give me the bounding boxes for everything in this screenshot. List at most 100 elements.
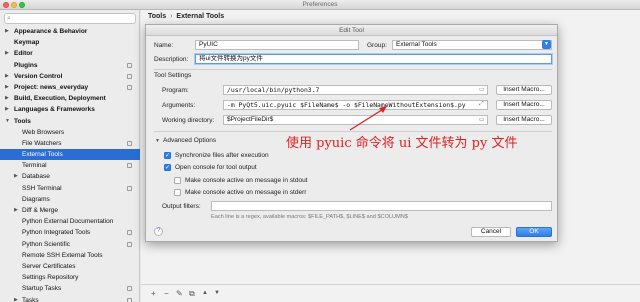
sidebar-item[interactable]: Keymap xyxy=(0,37,140,48)
description-label: Description: xyxy=(154,56,189,63)
sidebar-item[interactable]: Python Scientific xyxy=(0,239,140,250)
output-filters-label: Output filters: xyxy=(162,203,201,210)
move-down-icon[interactable]: ▼ xyxy=(214,290,220,296)
settings-sidebar: ⌕ ▶ Appearance & Behavior Keymap ▶ Editor Plu… xyxy=(0,10,140,302)
sidebar-item-label: Settings Repository xyxy=(22,274,79,282)
remove-icon[interactable]: − xyxy=(164,289,169,298)
arguments-input[interactable]: -m PyQt5.uic.pyuic $FileName$ -o $FileNa… xyxy=(223,100,488,110)
sidebar-item[interactable]: Remote SSH External Tools xyxy=(0,250,140,261)
chevron-down-icon[interactable]: ▼ xyxy=(5,116,10,127)
working-directory-label: Working directory: xyxy=(162,117,215,124)
output-filters-hint: Each line is a regex, available macros: … xyxy=(211,214,408,220)
chevron-right-icon[interactable]: ▶ xyxy=(5,26,9,37)
group-select[interactable]: External Tools xyxy=(392,40,552,50)
sidebar-item[interactable]: ▶ Build, Execution, Deployment xyxy=(0,93,140,104)
sidebar-item-label: Languages & Frameworks xyxy=(14,106,95,114)
expand-icon[interactable]: ⤢ xyxy=(479,101,484,108)
move-up-icon[interactable]: ▲ xyxy=(202,290,208,296)
open-console-checkbox[interactable]: ✓ xyxy=(164,164,171,171)
sidebar-item[interactable]: ▶ Editor xyxy=(0,48,140,59)
sidebar-item-label: Terminal xyxy=(22,162,47,170)
add-icon[interactable]: + xyxy=(151,289,156,298)
help-button[interactable]: ? xyxy=(154,227,163,236)
sidebar-item-label: File Watchers xyxy=(22,139,62,147)
program-input[interactable]: /usr/local/bin/python3.7 xyxy=(223,85,488,95)
sidebar-item[interactable]: Terminal xyxy=(0,160,140,171)
breadcrumb-separator: › xyxy=(170,13,173,20)
project-scope-icon xyxy=(127,84,132,90)
chevron-right-icon[interactable]: ▶ xyxy=(5,93,9,104)
sidebar-item[interactable]: ▶ Project: news_everyday xyxy=(0,82,140,93)
sidebar-item[interactable]: ▶ Version Control xyxy=(0,71,140,82)
sync-files-checkbox[interactable]: ✓ xyxy=(164,152,171,159)
breadcrumb-root[interactable]: Tools xyxy=(148,13,166,20)
sidebar-item-label: Tasks xyxy=(22,296,39,302)
sidebar-item[interactable]: Python Integrated Tools xyxy=(0,227,140,238)
copy-icon[interactable]: ⧉ xyxy=(189,289,195,299)
insert-macro-program-button[interactable]: Insert Macro... xyxy=(496,85,552,95)
ok-button[interactable]: OK xyxy=(516,227,552,237)
sidebar-item-label: Appearance & Behavior xyxy=(14,28,88,35)
insert-macro-working-dir-button[interactable]: Insert Macro... xyxy=(496,115,552,125)
project-scope-icon xyxy=(127,163,132,169)
name-input[interactable]: PyUIC xyxy=(195,40,359,50)
stderr-label: Make console active on message in stderr xyxy=(185,189,307,196)
stderr-checkbox[interactable] xyxy=(174,189,181,196)
sidebar-item[interactable]: Startup Tasks xyxy=(0,283,140,294)
sidebar-item[interactable]: ▶ Languages & Frameworks xyxy=(0,104,140,115)
sidebar-item-label: Version Control xyxy=(14,72,63,80)
sidebar-item-label: Diff & Merge xyxy=(22,207,59,214)
window-titlebar: Preferences xyxy=(0,0,640,10)
project-scope-icon xyxy=(127,230,132,236)
sidebar-item[interactable]: ▶ Diff & Merge xyxy=(0,205,140,216)
advanced-options-toggle[interactable]: Advanced Options xyxy=(163,137,216,144)
chevron-down-icon[interactable]: ▼ xyxy=(542,40,551,49)
sidebar-item[interactable]: ▼ Tools xyxy=(0,116,140,127)
sidebar-item-label: Startup Tasks xyxy=(22,285,62,293)
project-scope-icon xyxy=(127,241,132,247)
chevron-down-icon[interactable]: ▼ xyxy=(155,138,160,144)
chevron-right-icon[interactable]: ▶ xyxy=(5,48,9,59)
project-scope-icon xyxy=(127,140,132,146)
arguments-label: Arguments: xyxy=(162,102,196,109)
output-filters-input[interactable] xyxy=(211,201,552,211)
chevron-right-icon[interactable]: ▶ xyxy=(14,205,18,216)
sidebar-item[interactable]: External Tools xyxy=(0,149,140,161)
stdout-checkbox[interactable] xyxy=(174,177,181,184)
folder-icon[interactable]: ▭ xyxy=(479,116,485,123)
description-input[interactable]: 将ui文件转换为py文件 xyxy=(195,54,552,64)
sidebar-item[interactable]: ▶ Database xyxy=(0,171,140,182)
sidebar-item[interactable]: Python External Documentation xyxy=(0,216,140,227)
chevron-right-icon[interactable]: ▶ xyxy=(5,104,9,115)
sidebar-item[interactable]: Server Certificates xyxy=(0,261,140,272)
sidebar-item[interactable]: Plugins xyxy=(0,60,140,71)
settings-search-input[interactable]: ⌕ xyxy=(4,13,136,24)
group-label: Group: xyxy=(367,42,387,49)
chevron-right-icon[interactable]: ▶ xyxy=(14,171,18,182)
project-scope-icon xyxy=(127,185,132,191)
sidebar-item[interactable]: File Watchers xyxy=(0,138,140,149)
sidebar-item[interactable]: Web Browsers xyxy=(0,127,140,138)
window-title: Preferences xyxy=(302,1,338,8)
annotation-text: 使用 pyuic 命令将 ui 文件转为 py 文件 xyxy=(286,136,518,151)
chevron-right-icon[interactable]: ▶ xyxy=(14,295,18,302)
sidebar-item-label: Database xyxy=(22,173,50,181)
edit-icon[interactable]: ✎ xyxy=(176,289,183,298)
sidebar-item[interactable]: SSH Terminal xyxy=(0,183,140,194)
insert-macro-arguments-button[interactable]: Insert Macro... xyxy=(496,100,552,110)
group-select-value: External Tools xyxy=(396,41,437,48)
tool-settings-header: Tool Settings xyxy=(154,72,192,79)
chevron-right-icon[interactable]: ▶ xyxy=(5,82,9,93)
chevron-right-icon[interactable]: ▶ xyxy=(5,71,9,82)
sidebar-item[interactable]: ▶ Appearance & Behavior xyxy=(0,26,140,37)
sidebar-item-label: Keymap xyxy=(14,39,40,47)
stdout-label: Make console active on message in stdout xyxy=(185,177,308,184)
cancel-button[interactable]: Cancel xyxy=(471,227,511,237)
sidebar-item[interactable]: Settings Repository xyxy=(0,272,140,283)
sidebar-item[interactable]: Diagrams xyxy=(0,194,140,205)
working-directory-input[interactable]: $ProjectFileDir$ xyxy=(223,115,488,125)
sidebar-item-label: Plugins xyxy=(14,61,38,69)
divider xyxy=(154,69,552,70)
sidebar-item[interactable]: ▶ Tasks xyxy=(0,295,140,302)
folder-icon[interactable]: ▭ xyxy=(479,86,485,93)
